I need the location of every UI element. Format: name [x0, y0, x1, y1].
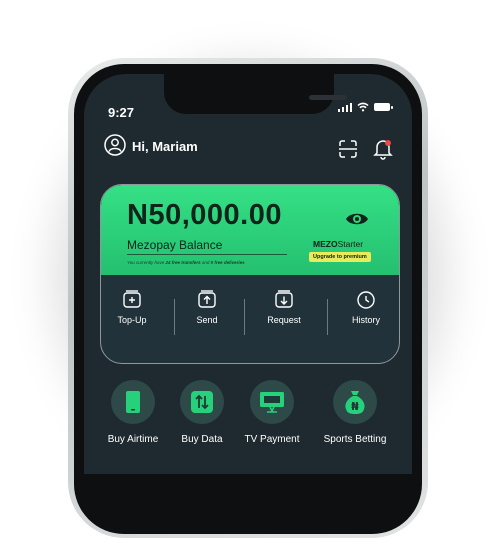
status-icons	[337, 102, 393, 112]
sports-betting-button[interactable]: ₦ Sports Betting	[315, 380, 395, 445]
upgrade-button[interactable]: Upgrade to premium	[309, 252, 371, 262]
wifi-icon	[357, 102, 369, 112]
balance-card: N50,000.00 Mezopay Balance You currently…	[100, 184, 400, 364]
clock-icon	[357, 291, 375, 309]
tier-brand: MEZO	[313, 239, 338, 249]
tier-name: Starter	[337, 239, 364, 249]
scan-icon[interactable]	[338, 140, 358, 158]
tv-payment-button[interactable]: TV Payment	[232, 380, 312, 445]
tv-payment-label: TV Payment	[244, 434, 300, 445]
balance-divider	[127, 254, 287, 255]
app-screen: 9:27 Hi, Mariam N50,000.00 Mezopay Balan…	[84, 74, 412, 474]
history-label: History	[351, 315, 380, 325]
buy-airtime-label: Buy Airtime	[107, 434, 159, 445]
quick-actions: Top-Up Send Request History	[101, 289, 399, 349]
service-circle	[180, 380, 224, 424]
battery-icon	[374, 103, 393, 111]
topup-button[interactable]: Top-Up	[101, 289, 167, 325]
buy-data-label: Buy Data	[181, 434, 223, 445]
service-circle: ₦	[333, 380, 377, 424]
notch	[164, 74, 347, 114]
send-button[interactable]: Send	[172, 289, 242, 325]
sports-betting-label: Sports Betting	[323, 434, 387, 445]
buy-airtime-button[interactable]: Buy Airtime	[93, 380, 173, 445]
user-avatar-icon[interactable]	[104, 134, 126, 156]
money-bag-icon: ₦	[345, 391, 365, 414]
balance-header: N50,000.00 Mezopay Balance You currently…	[101, 185, 399, 275]
buy-data-button[interactable]: Buy Data	[162, 380, 242, 445]
speaker	[309, 95, 347, 100]
service-circle	[111, 380, 155, 424]
notification-bell-icon[interactable]	[373, 138, 393, 160]
note-and: and	[201, 260, 210, 265]
request-button[interactable]: Request	[249, 289, 319, 325]
note-transfers: 24 free transfers	[165, 260, 201, 265]
send-label: Send	[196, 315, 218, 325]
note-deliveries: 0 free deliveries	[210, 260, 245, 265]
arrow-up-square-icon	[198, 290, 216, 308]
balance-label: Mezopay Balance	[127, 238, 223, 252]
service-circle	[250, 380, 294, 424]
free-transfers-note: You currently have 24 free transfers and…	[127, 260, 245, 265]
tier-label: MEZOStarter	[313, 239, 363, 249]
eye-icon[interactable]	[345, 211, 369, 227]
history-button[interactable]: History	[331, 289, 399, 325]
svg-text:₦: ₦	[351, 400, 359, 413]
topup-label: Top-Up	[117, 315, 147, 325]
phone-icon	[126, 391, 140, 413]
tv-icon	[260, 392, 284, 413]
signal-icon	[337, 102, 352, 112]
greeting-text: Hi, Mariam	[132, 139, 198, 154]
action-separator	[244, 299, 245, 335]
balance-amount: N50,000.00	[127, 199, 282, 231]
note-prefix: You currently have	[127, 260, 165, 265]
data-arrows-icon	[191, 391, 213, 413]
request-label: Request	[267, 315, 301, 325]
arrow-down-square-icon	[275, 290, 293, 308]
action-separator	[327, 299, 328, 335]
status-time: 9:27	[108, 105, 135, 120]
plus-square-icon	[123, 290, 141, 308]
